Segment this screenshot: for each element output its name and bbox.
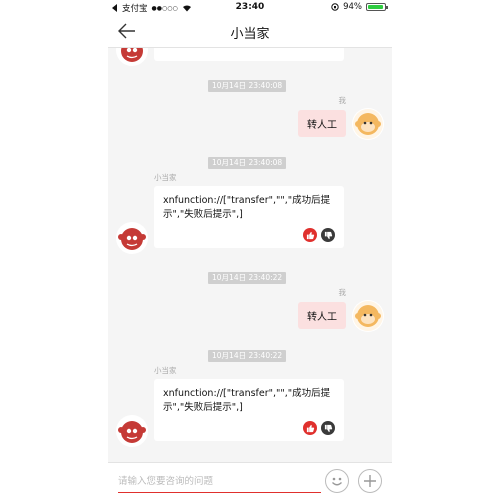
thumbs-up-icon: [306, 231, 314, 239]
status-right: 94%: [331, 2, 388, 12]
message-text: xnfunction://["transfer","","成功后提示","失败后…: [163, 388, 331, 413]
battery-icon: [366, 3, 388, 11]
monkey-icon: [117, 48, 147, 65]
thumbs-up-button[interactable]: [303, 421, 317, 435]
message-input[interactable]: [118, 471, 321, 493]
thumbs-down-icon: [324, 231, 332, 239]
feedback-actions: [163, 421, 335, 435]
chat-area[interactable]: 10月14日 23:40:08 我 转人工 10月14日 23:40:08 小当…: [108, 48, 392, 462]
monkey-icon: [353, 109, 383, 139]
nav-bar: 小当家: [108, 14, 392, 48]
thumbs-down-icon: [324, 424, 332, 432]
bot-bubble-partial: [154, 48, 344, 61]
add-button[interactable]: [358, 469, 382, 493]
orientation-lock-icon: [331, 3, 339, 11]
phone-screen: 支付宝 ●●○○○ 23:40 94% 小当家 10月14日 23:40:08 …: [108, 0, 392, 500]
sender-label: 我: [338, 96, 347, 105]
input-bar: [108, 462, 392, 500]
monkey-icon: [117, 416, 147, 446]
sender-label: 小当家: [154, 366, 177, 375]
thumbs-down-button[interactable]: [321, 228, 335, 242]
emoji-button[interactable]: [325, 469, 349, 493]
battery-percent: 94%: [343, 2, 362, 12]
user-bubble: 转人工: [298, 302, 346, 329]
bot-avatar: [116, 48, 148, 66]
thumbs-down-button[interactable]: [321, 421, 335, 435]
bot-avatar: [116, 415, 148, 447]
plus-icon: [364, 475, 376, 487]
status-bar: 支付宝 ●●○○○ 23:40 94%: [108, 0, 392, 14]
monkey-icon: [353, 301, 383, 331]
bot-bubble: xnfunction://["transfer","","成功后提示","失败后…: [154, 186, 344, 248]
page-title: 小当家: [230, 27, 270, 42]
sender-label: 小当家: [154, 173, 177, 182]
user-avatar: [352, 300, 384, 332]
feedback-actions: [163, 228, 335, 242]
timestamp: 10月14日 23:40:22: [208, 272, 287, 284]
thumbs-up-icon: [306, 424, 314, 432]
bot-bubble: xnfunction://["transfer","","成功后提示","失败后…: [154, 379, 344, 441]
sender-label: 我: [338, 288, 347, 297]
thumbs-up-button[interactable]: [303, 228, 317, 242]
timestamp: 10月14日 23:40:08: [208, 157, 287, 169]
monkey-icon: [117, 223, 147, 253]
timestamp: 10月14日 23:40:22: [208, 350, 287, 362]
bot-avatar: [116, 222, 148, 254]
timestamp: 10月14日 23:40:08: [208, 80, 287, 92]
message-text: xnfunction://["transfer","","成功后提示","失败后…: [163, 195, 331, 220]
user-avatar: [352, 108, 384, 140]
smiley-icon: [332, 477, 342, 486]
user-bubble: 转人工: [298, 110, 346, 137]
